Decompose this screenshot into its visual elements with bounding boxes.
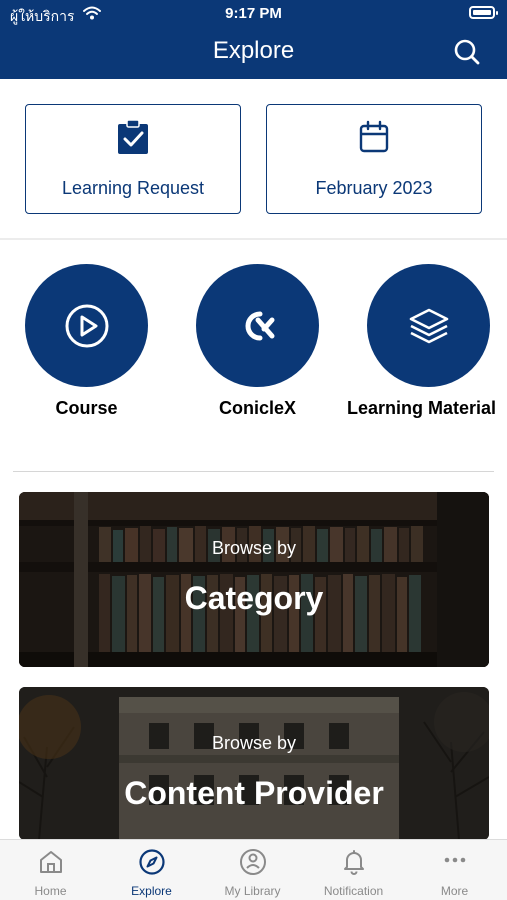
bottom-tab-bar: Home Explore My Library Notification Mor… — [0, 839, 507, 900]
coniclex-logo-icon — [245, 311, 274, 340]
learning-material-button[interactable]: Learning Material — [347, 264, 496, 434]
course-circle — [25, 264, 148, 387]
course-button[interactable]: Course — [25, 264, 149, 434]
category-banner-subtitle: Browse by — [211, 538, 297, 558]
status-bar: ผู้ให้บริการ 9:17 PM — [0, 0, 507, 30]
learning-request-card[interactable]: Learning Request — [25, 104, 241, 214]
tab-home[interactable]: Home — [0, 840, 101, 900]
tab-explore[interactable]: Explore — [101, 840, 202, 900]
compass-icon — [138, 849, 165, 875]
tab-home-label: Home — [34, 884, 67, 898]
learning-material-circle — [367, 264, 490, 387]
play-icon — [65, 304, 108, 347]
learning-request-label: Learning Request — [61, 178, 205, 198]
tab-my-library-label: My Library — [224, 884, 281, 898]
coniclex-label: ConicleX — [218, 398, 297, 418]
browse-content-provider-banner[interactable]: Browse by Content Provider — [19, 687, 489, 840]
section-divider — [13, 471, 494, 472]
coniclex-circle — [196, 264, 319, 387]
building-image — [19, 687, 489, 840]
search-icon[interactable] — [453, 38, 481, 66]
provider-banner-title: Content Provider — [124, 775, 384, 811]
layers-icon — [409, 308, 448, 343]
bell-icon — [343, 850, 364, 875]
section-divider — [0, 238, 507, 240]
coniclex-button[interactable]: ConicleX — [196, 264, 320, 434]
calendar-icon — [359, 120, 389, 153]
tab-notification[interactable]: Notification — [303, 840, 404, 900]
tab-notification-label: Notification — [323, 884, 384, 898]
clipboard-check-icon — [118, 119, 148, 154]
calendar-card[interactable]: February 2023 — [266, 104, 482, 214]
course-label: Course — [55, 398, 118, 418]
more-icon — [444, 857, 465, 863]
page-title: Explore — [212, 37, 295, 64]
calendar-month-label: February 2023 — [315, 178, 433, 198]
tab-more[interactable]: More — [404, 840, 505, 900]
tab-my-library[interactable]: My Library — [202, 840, 303, 900]
tab-explore-label: Explore — [131, 884, 172, 898]
home-icon — [39, 851, 62, 873]
browse-category-banner[interactable]: Browse by Category — [19, 492, 489, 667]
tab-more-label: More — [440, 884, 469, 898]
category-banner-title: Category — [184, 580, 324, 616]
provider-banner-subtitle: Browse by — [211, 733, 297, 753]
library-icon — [239, 849, 266, 875]
header-bar: ผู้ให้บริการ 9:17 PM Explore — [0, 0, 507, 79]
learning-material-label: Learning Material — [347, 398, 497, 418]
battery-icon — [469, 6, 498, 19]
status-time: 9:17 PM — [225, 5, 282, 22]
